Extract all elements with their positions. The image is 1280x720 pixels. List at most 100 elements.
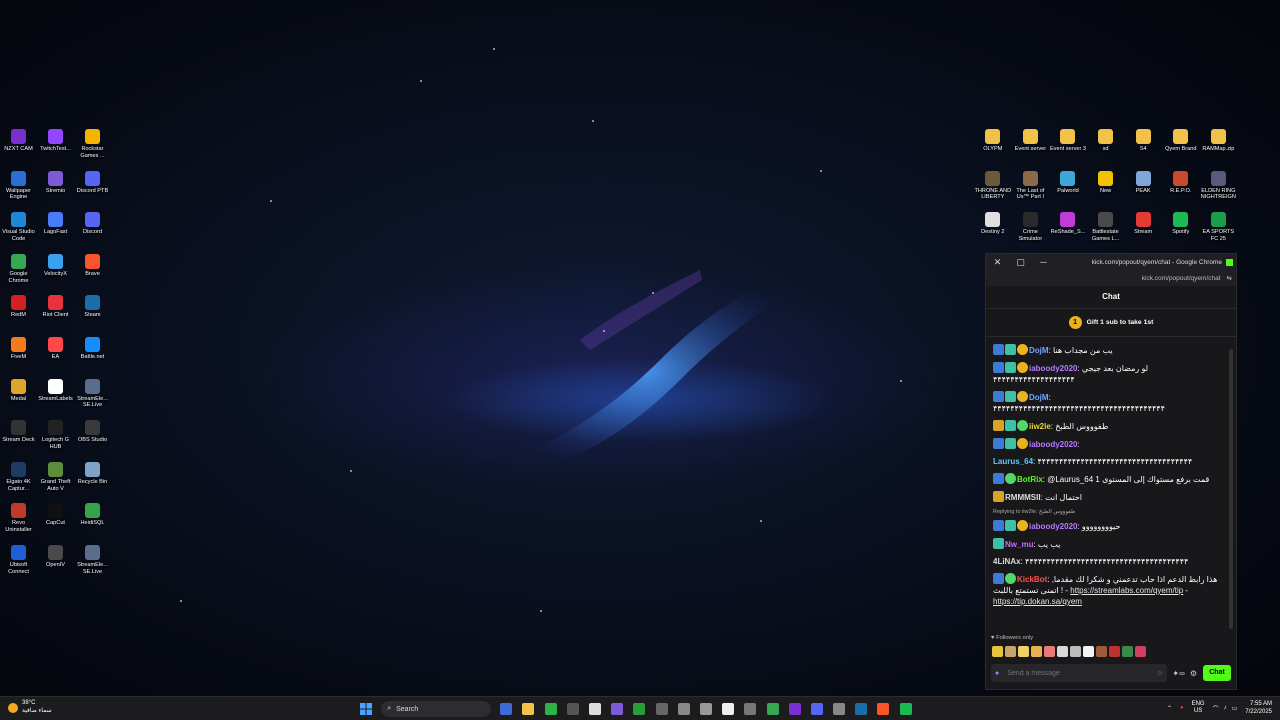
desktop-icon[interactable]: S4 [1124,126,1162,168]
close-icon[interactable]: ✕ [986,257,1009,268]
emote[interactable] [992,646,1003,657]
volume-icon[interactable]: ♪ [1224,705,1227,711]
emote[interactable] [1005,646,1016,657]
desktop-icon[interactable]: Destiny 2 [974,209,1012,251]
desktop-icon[interactable]: Elgato 4K Captur... [0,459,37,501]
desktop-icon[interactable]: Stremio [37,168,74,210]
desktop-icon[interactable]: NZXT CAM [0,126,37,168]
language-indicator[interactable]: ENG US [1192,701,1205,715]
chat-link[interactable]: https://tip.dokan.sa/qyem [993,597,1082,606]
desktop-icon[interactable]: Steam [74,292,111,334]
desktop-icon[interactable]: New [1087,168,1125,210]
chat-username[interactable]: iaboody2020 [1029,364,1077,373]
desktop-icon[interactable]: Grand Theft Auto V [37,459,74,501]
desktop-icon[interactable]: PEAK [1124,168,1162,210]
battery-icon[interactable]: ▭ [1232,705,1238,712]
desktop-icon[interactable]: CapCut [37,500,74,542]
taskbar-app[interactable] [852,700,870,718]
desktop-icon[interactable]: HeidiSQL [74,500,111,542]
emote[interactable] [1135,646,1146,657]
settings-gear-icon[interactable]: ⚙ [1190,669,1197,678]
taskbar-app[interactable] [497,700,515,718]
chat-username[interactable]: 4LiNAx [993,557,1021,566]
mic-icon[interactable]: ● [995,670,999,677]
desktop-icon[interactable]: Brave [74,251,111,293]
desktop-icon[interactable]: Rockstar Games ... [74,126,111,168]
chat-username[interactable]: Laurus_64 [993,457,1033,466]
desktop-icon[interactable]: Event server [1012,126,1050,168]
desktop-icon[interactable]: Palworld [1049,168,1087,210]
desktop-icon[interactable]: OBS Studio [74,417,111,459]
emote[interactable] [1031,646,1042,657]
desktop-icon[interactable]: Wallpaper Engine [0,168,37,210]
desktop-icon[interactable]: Recycle Bin [74,459,111,501]
weather-widget[interactable]: 38°C سماء صافية [8,700,52,715]
points-icon[interactable]: ✦∞ [1172,669,1184,678]
desktop-icon[interactable]: EA [37,334,74,376]
desktop-icon[interactable]: Revo Uninstaller [0,500,37,542]
desktop-icon[interactable]: OLYPM [974,126,1012,168]
minimize-icon[interactable]: ─ [1032,257,1055,267]
desktop-icon[interactable]: ReShade_S... [1049,209,1087,251]
chat-username[interactable]: Nw_mu [1005,540,1033,549]
chat-username[interactable]: iaboody2020 [1029,440,1077,449]
emote[interactable] [1018,646,1029,657]
wifi-icon[interactable]: ⌒ [1213,704,1219,713]
taskbar-app[interactable] [764,700,782,718]
desktop-icon[interactable]: Stream Deck [0,417,37,459]
mic-tray-icon[interactable]: ● [1180,705,1184,711]
desktop-icon[interactable]: Logitech G HUB [37,417,74,459]
taskbar-app[interactable] [786,700,804,718]
desktop-icon[interactable]: Event server 3 [1049,126,1087,168]
clock[interactable]: 7:55 AM 7/22/2025 [1245,700,1272,716]
desktop-icon[interactable]: FiveM [0,334,37,376]
taskbar-app[interactable] [608,700,626,718]
taskbar-app[interactable] [719,700,737,718]
chat-username[interactable]: iaboody2020 [1029,522,1077,531]
emote[interactable] [1122,646,1133,657]
desktop-icon[interactable]: EA SPORTS FC 25 [1200,209,1238,251]
taskbar-app[interactable] [630,700,648,718]
taskbar-app[interactable] [564,700,582,718]
chat-username[interactable]: KickBot [1017,575,1047,584]
desktop-icon[interactable]: VelocityX [37,251,74,293]
desktop-icon[interactable]: Crime Simulator [1012,209,1050,251]
taskbar-app[interactable] [697,700,715,718]
chat-username[interactable]: DojM [1029,393,1049,402]
message-input-wrapper[interactable]: ● ☺ [991,664,1168,682]
desktop-icon[interactable]: Discord PTB [74,168,111,210]
desktop-icon[interactable]: Medal [0,376,37,418]
desktop-icon[interactable]: Riot Client [37,292,74,334]
desktop-icon[interactable]: Spotify [1162,209,1200,251]
desktop-icon[interactable]: The Last of Us™ Part I [1012,168,1050,210]
chat-username[interactable]: iiw2le [1029,422,1051,431]
taskbar-app[interactable] [542,700,560,718]
message-input[interactable] [1005,668,1157,678]
send-chat-button[interactable]: Chat [1203,665,1231,681]
start-button[interactable] [357,700,375,718]
desktop-icon[interactable]: Stream [1124,209,1162,251]
desktop-icon[interactable]: Qyem Brand [1162,126,1200,168]
desktop-icon[interactable]: Battle.net [74,334,111,376]
chat-username[interactable]: DojM [1029,346,1049,355]
desktop-icon[interactable]: R.E.P.O. [1162,168,1200,210]
desktop-icon[interactable]: Discord [74,209,111,251]
chevron-up-icon[interactable]: ⌃ [1167,705,1172,712]
desktop-icon[interactable]: StreamEle... SE.Live [74,542,111,584]
taskbar-app[interactable] [830,700,848,718]
emoji-icon[interactable]: ☺ [1156,670,1163,677]
taskbar-app[interactable] [874,700,892,718]
desktop-icon[interactable]: RedM [0,292,37,334]
emote[interactable] [1109,646,1120,657]
taskbar-app[interactable] [519,700,537,718]
desktop-icon[interactable]: TwitchTest... [37,126,74,168]
chat-username[interactable]: RMMMSII [1005,493,1041,502]
chat-scrollbar[interactable] [1229,349,1233,629]
desktop-icon[interactable]: THRONE AND LIBERTY [974,168,1012,210]
desktop-icon[interactable]: RAMMap.zip [1200,126,1238,168]
desktop-icon[interactable]: Google Chrome [0,251,37,293]
gift-sub-banner[interactable]: 1 Gift 1 sub to take 1st [986,309,1236,337]
desktop-icon[interactable]: Visual Studio Code [0,209,37,251]
desktop-icon[interactable]: StreamLabels [37,376,74,418]
taskbar-app[interactable] [675,700,693,718]
